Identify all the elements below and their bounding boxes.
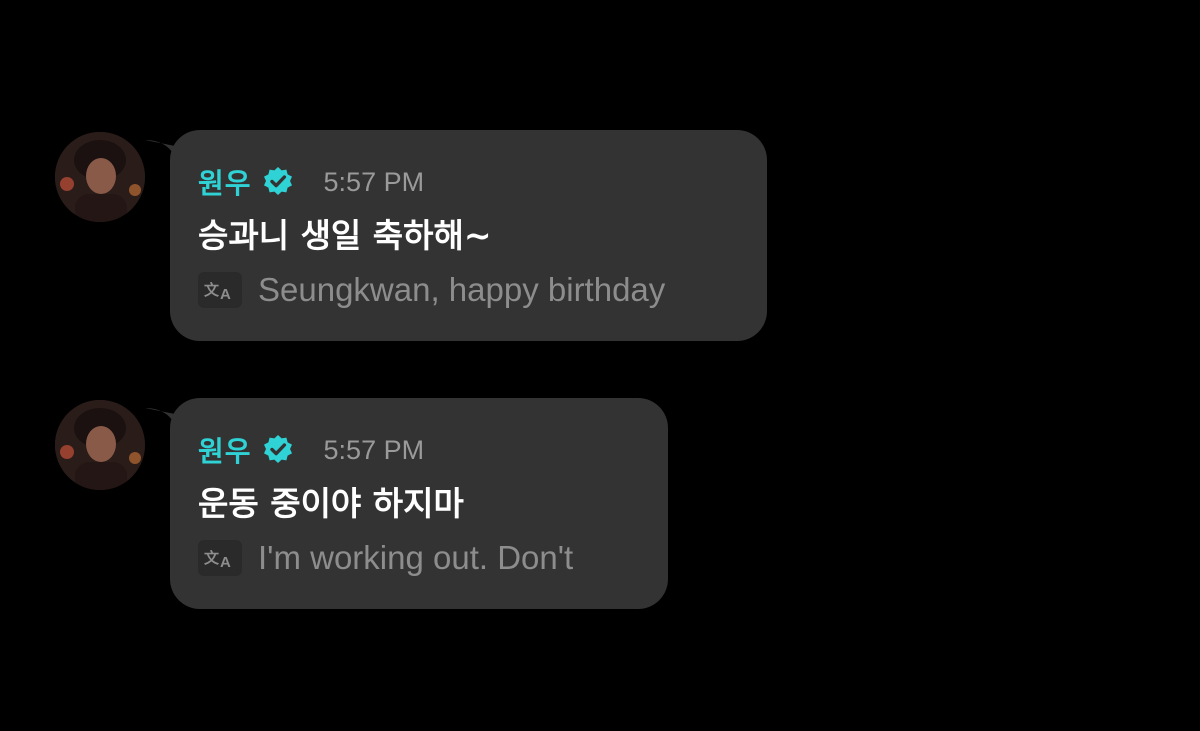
translation-text: I'm working out. Don't xyxy=(258,539,574,576)
verified-badge-icon xyxy=(262,166,294,198)
translation-text: Seungkwan, happy birthday xyxy=(258,271,666,308)
message-text: 승과니 생일 축하해~ xyxy=(198,216,492,255)
timestamp: 5:57 PM xyxy=(323,166,425,197)
translate-icon: 文 A xyxy=(198,540,242,576)
translation-row: 文 A Seungkwan, happy birthday xyxy=(198,270,739,310)
sender-name[interactable]: 원우 xyxy=(198,162,252,202)
avatar[interactable] xyxy=(55,132,145,222)
translate-icon: 文 A xyxy=(198,272,242,308)
sender-name[interactable]: 원우 xyxy=(198,430,252,470)
message-header: 원우 5:57 PM xyxy=(198,430,640,470)
svg-text:A: A xyxy=(220,286,231,302)
avatar[interactable] xyxy=(55,400,145,490)
svg-text:文: 文 xyxy=(204,549,220,567)
timestamp: 5:57 PM xyxy=(323,434,425,465)
message-header: 원우 5:57 PM xyxy=(198,162,739,202)
message-bubble[interactable]: 원우 5:57 PM 운동 중이야 하지마 文 A I'm working ou… xyxy=(170,398,668,609)
svg-text:文: 文 xyxy=(204,281,220,299)
svg-text:A: A xyxy=(220,554,231,570)
verified-badge-icon xyxy=(262,434,294,466)
message-text: 운동 중이야 하지마 xyxy=(198,484,464,523)
translation-row: 文 A I'm working out. Don't xyxy=(198,538,640,578)
message-bubble[interactable]: 원우 5:57 PM 승과니 생일 축하해~ 文 A Seungkwan, ha… xyxy=(170,130,767,341)
